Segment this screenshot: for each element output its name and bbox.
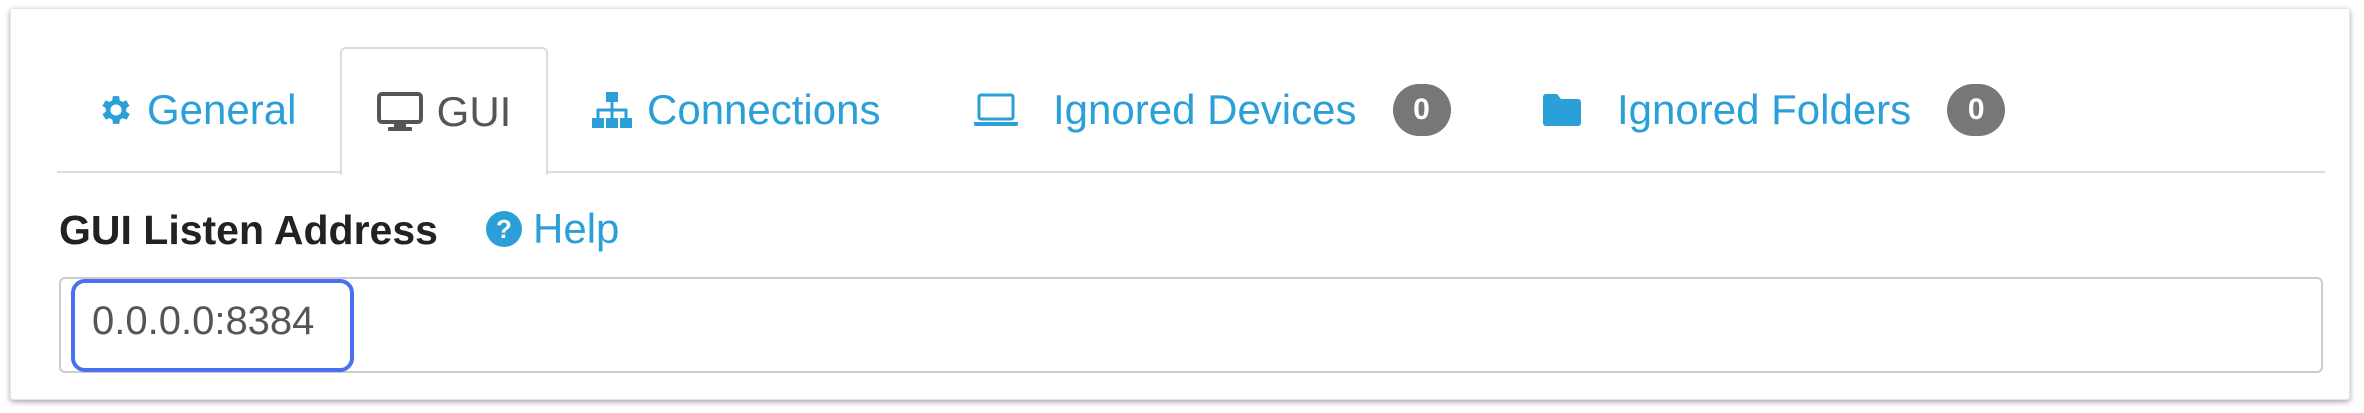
tab-ignored-devices[interactable]: Ignored Devices 0 <box>973 47 1451 173</box>
tab-ignored-folders[interactable]: Ignored Folders 0 <box>1541 47 2006 173</box>
gui-listen-address-label: GUI Listen Address <box>59 207 438 253</box>
gear-icon <box>97 91 135 129</box>
tab-general[interactable]: General <box>97 47 296 173</box>
laptop-icon <box>973 93 1019 127</box>
tab-label: Ignored Folders <box>1617 86 1912 133</box>
ignored-folders-count-badge: 0 <box>1947 84 2006 136</box>
gui-listen-address-input[interactable] <box>59 277 2323 373</box>
tab-label: GUI <box>436 88 512 135</box>
tab-label: General <box>147 86 297 133</box>
tab-label: Connections <box>647 86 881 133</box>
tab-label: Ignored Devices <box>1053 86 1357 133</box>
tab-gui[interactable]: GUI <box>340 47 548 175</box>
ignored-devices-count-badge: 0 <box>1392 84 1451 136</box>
folder-icon <box>1541 93 1583 127</box>
settings-panel: General GUI Connections Ignored Devices … <box>10 8 2350 400</box>
tab-connections[interactable]: Connections <box>591 47 880 173</box>
question-circle-icon: ? <box>485 210 523 248</box>
help-link[interactable]: ? Help <box>485 205 619 253</box>
gui-listen-address-value: 0.0.0.0:8384 <box>92 299 315 343</box>
sitemap-icon <box>591 91 633 129</box>
settings-tabs: General GUI Connections Ignored Devices … <box>57 47 2325 175</box>
monitor-icon <box>376 92 423 132</box>
svg-text:?: ? <box>496 214 512 244</box>
help-label: Help <box>533 205 620 252</box>
